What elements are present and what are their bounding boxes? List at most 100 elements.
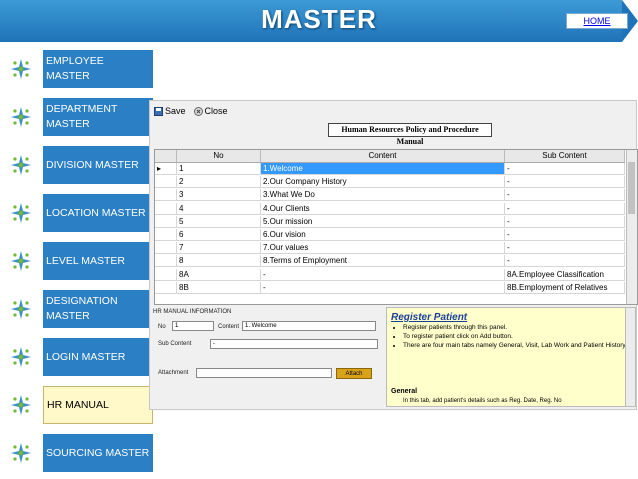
- row-selector[interactable]: ▸: [155, 163, 177, 174]
- cell-content[interactable]: -: [261, 268, 505, 280]
- cell-no[interactable]: 1: [177, 163, 261, 174]
- sidebar-item-label[interactable]: DESIGNATION MASTER: [43, 290, 153, 328]
- sidebar-item-login-master[interactable]: LOGIN MASTER: [8, 338, 153, 376]
- sidebar-item-label[interactable]: DEPARTMENT MASTER: [43, 98, 153, 136]
- help-general-heading: General: [391, 388, 418, 395]
- cell-no[interactable]: 5: [177, 215, 261, 227]
- sidebar-item-label[interactable]: EMPLOYEE MASTER: [43, 50, 153, 88]
- cell-sub-content[interactable]: -: [505, 242, 625, 254]
- close-label: Close: [204, 106, 228, 116]
- cell-content[interactable]: 4.Our Clients: [261, 202, 505, 214]
- row-selector[interactable]: [155, 242, 177, 254]
- table-row[interactable]: 2 2.Our Company History -: [155, 176, 625, 189]
- cell-no[interactable]: 7: [177, 242, 261, 254]
- sub-content-field[interactable]: -: [210, 339, 378, 349]
- table-row[interactable]: 8 8.Terms of Employment -: [155, 255, 625, 268]
- row-selector[interactable]: [155, 268, 177, 280]
- row-selector[interactable]: [155, 202, 177, 214]
- cell-content[interactable]: 7.Our values: [261, 242, 505, 254]
- sidebar-item-division-master[interactable]: DIVISION MASTER: [8, 146, 153, 184]
- column-header-sub-content[interactable]: Sub Content: [505, 150, 625, 162]
- table-row[interactable]: 5 5.Our mission -: [155, 215, 625, 228]
- row-selector[interactable]: [155, 229, 177, 240]
- cell-content[interactable]: 3.What We Do: [261, 189, 505, 201]
- scrollbar-thumb[interactable]: [628, 162, 635, 214]
- row-selector[interactable]: [155, 281, 177, 293]
- help-bullet: There are four main tabs namely General,…: [403, 342, 628, 350]
- cell-sub-content[interactable]: -: [505, 176, 625, 188]
- cell-no[interactable]: 3: [177, 189, 261, 201]
- sidebar-item-employee-master[interactable]: EMPLOYEE MASTER: [8, 50, 153, 88]
- attachment-field[interactable]: [196, 368, 332, 378]
- column-header-no[interactable]: No: [177, 150, 261, 162]
- sparkle-icon: [10, 298, 32, 320]
- cell-sub-content[interactable]: -: [505, 163, 625, 174]
- table-row[interactable]: 6 6.Our vision -: [155, 229, 625, 241]
- no-field[interactable]: 1: [172, 321, 214, 331]
- sparkle-icon: [10, 154, 32, 176]
- sidebar-item-label[interactable]: DIVISION MASTER: [43, 146, 153, 184]
- table-row[interactable]: 7 7.Our values -: [155, 242, 625, 255]
- sidebar-item-label[interactable]: LEVEL MASTER: [43, 242, 153, 280]
- cell-sub-content[interactable]: -: [505, 189, 625, 201]
- page-title: MASTER: [261, 4, 377, 34]
- cell-sub-content[interactable]: -: [505, 255, 625, 267]
- cell-content[interactable]: 2.Our Company History: [261, 176, 505, 188]
- home-link[interactable]: HOME: [566, 13, 628, 29]
- cell-sub-content[interactable]: 8B.Employment of Relatives: [505, 281, 625, 293]
- cell-no[interactable]: 6: [177, 229, 261, 240]
- cell-no[interactable]: 4: [177, 202, 261, 214]
- table-row[interactable]: ▸ 1 1.Welcome -: [155, 163, 625, 175]
- cell-content[interactable]: 5.Our mission: [261, 215, 505, 227]
- sparkle-icon: [10, 442, 32, 464]
- help-scrollbar[interactable]: [625, 308, 635, 406]
- cell-sub-content[interactable]: 8A.Employee Classification: [505, 268, 625, 280]
- column-header-content[interactable]: Content: [261, 150, 505, 162]
- cell-no[interactable]: 2: [177, 176, 261, 188]
- sidebar-item-label[interactable]: HR MANUAL: [43, 386, 153, 424]
- content-field[interactable]: 1. Welcome: [242, 321, 376, 331]
- sidebar-item-department-master[interactable]: DEPARTMENT MASTER: [8, 98, 153, 136]
- sparkle-icon: [10, 106, 32, 128]
- row-selector[interactable]: [155, 176, 177, 188]
- sidebar-item-designation-master[interactable]: DESIGNATION MASTER: [8, 290, 153, 328]
- row-selector[interactable]: [155, 215, 177, 227]
- sparkle-icon: [10, 58, 32, 80]
- row-selector[interactable]: [155, 189, 177, 201]
- table-row[interactable]: 8A -8A.Employee Classification: [155, 268, 625, 281]
- cell-no[interactable]: 8: [177, 255, 261, 267]
- cell-no[interactable]: 8B: [177, 281, 261, 293]
- cell-content[interactable]: -: [261, 281, 505, 293]
- cell-sub-content[interactable]: -: [505, 229, 625, 240]
- cell-content[interactable]: 1.Welcome: [261, 163, 505, 174]
- sidebar-item-location-master[interactable]: LOCATION MASTER: [8, 194, 153, 232]
- help-title: Register Patient: [391, 312, 468, 323]
- sub-content-label: Sub Content: [158, 341, 192, 347]
- row-selector[interactable]: [155, 255, 177, 267]
- help-bullets: Register patients through this panel. To…: [387, 324, 628, 351]
- sidebar-item-level-master[interactable]: LEVEL MASTER: [8, 242, 153, 280]
- attach-button[interactable]: Attach: [336, 368, 372, 379]
- sparkle-icon: [10, 346, 32, 368]
- save-button[interactable]: Save: [154, 106, 186, 116]
- sidebar-item-hr-manual[interactable]: HR MANUAL: [8, 386, 153, 424]
- save-label: Save: [165, 106, 186, 116]
- hr-manual-form: HR MANUAL INFORMATION No 1 Content 1. We…: [150, 307, 382, 407]
- table-row[interactable]: 4 4.Our Clients -: [155, 202, 625, 215]
- cell-sub-content[interactable]: -: [505, 215, 625, 227]
- table-row[interactable]: 3 3.What We Do -: [155, 189, 625, 202]
- grid-scrollbar[interactable]: [626, 150, 637, 304]
- sparkle-icon: [10, 202, 32, 224]
- sidebar-item-label[interactable]: LOCATION MASTER: [43, 194, 153, 232]
- toolbar: Save Close: [150, 103, 232, 119]
- sidebar-item-label[interactable]: LOGIN MASTER: [43, 338, 153, 376]
- cell-no[interactable]: 8A: [177, 268, 261, 280]
- content-grid[interactable]: No Content Sub Content ▸ 1 1.Welcome -2 2.Ou…: [154, 149, 638, 305]
- sidebar-item-label[interactable]: SOURCING MASTER: [43, 434, 153, 472]
- sidebar-item-sourcing-master[interactable]: SOURCING MASTER: [8, 434, 153, 472]
- table-row[interactable]: 8B -8B.Employment of Relatives: [155, 281, 625, 294]
- cell-sub-content[interactable]: -: [505, 202, 625, 214]
- cell-content[interactable]: 6.Our vision: [261, 229, 505, 240]
- close-button[interactable]: Close: [193, 106, 228, 116]
- cell-content[interactable]: 8.Terms of Employment: [261, 255, 505, 267]
